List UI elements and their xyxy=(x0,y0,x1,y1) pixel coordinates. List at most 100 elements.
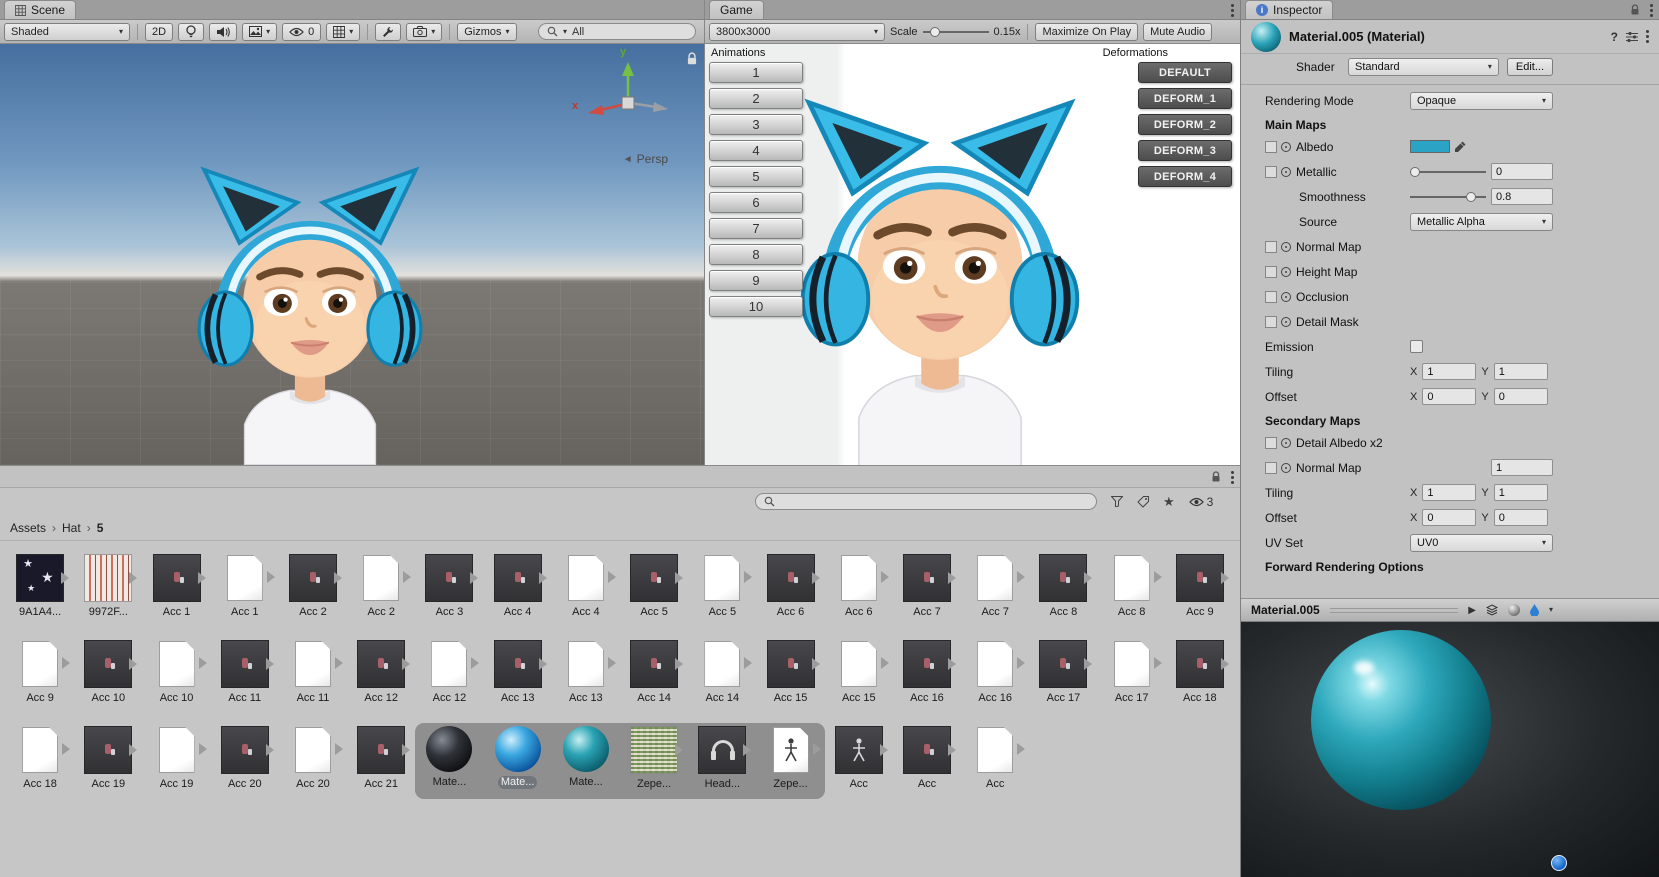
asset-item[interactable]: Acc 8 xyxy=(1029,551,1097,627)
expand-arrow-icon[interactable] xyxy=(1220,658,1229,670)
asset-item[interactable]: Acc 3 xyxy=(415,551,483,627)
save-search-button[interactable]: ★ xyxy=(1163,494,1175,510)
smoothness-value-field[interactable]: 0.8 xyxy=(1491,188,1553,205)
expand-arrow-icon[interactable] xyxy=(402,744,411,756)
animation-button-2[interactable]: 2 xyxy=(709,88,803,109)
tiling-y-field[interactable]: 1 xyxy=(1493,363,1548,380)
texture-slot[interactable] xyxy=(1265,290,1277,303)
lock-icon[interactable] xyxy=(686,52,698,66)
asset-item[interactable]: Acc 2 xyxy=(279,551,347,627)
asset-item[interactable]: Acc 14 xyxy=(620,637,688,713)
asset-item[interactable]: Acc 16 xyxy=(961,637,1029,713)
scene-lighting-button[interactable] xyxy=(178,22,205,41)
lock-icon[interactable] xyxy=(1630,4,1640,16)
expand-arrow-icon[interactable] xyxy=(744,657,753,669)
lighting-drop-icon[interactable] xyxy=(1529,604,1539,616)
asset-item[interactable]: Acc 5 xyxy=(620,551,688,627)
asset-item[interactable]: Acc 17 xyxy=(1098,637,1166,713)
expand-arrow-icon[interactable] xyxy=(129,658,138,670)
layers-icon[interactable] xyxy=(1485,604,1498,616)
play-icon[interactable]: ▶ xyxy=(1468,605,1476,616)
deformation-button-default[interactable]: DEFAULT xyxy=(1138,62,1232,83)
chevron-down-icon[interactable]: ▾ xyxy=(1549,606,1553,614)
object-picker-icon[interactable] xyxy=(1281,266,1291,277)
secondary-offset-x-field[interactable]: 0 xyxy=(1422,509,1477,526)
expand-arrow-icon[interactable] xyxy=(1084,658,1093,670)
rendering-mode-dropdown[interactable]: Opaque ▾ xyxy=(1410,91,1553,110)
tiling-x-field[interactable]: 1 xyxy=(1422,363,1477,380)
asset-item[interactable]: Head... xyxy=(688,723,757,799)
help-icon[interactable]: ? xyxy=(1611,30,1618,44)
expand-arrow-icon[interactable] xyxy=(947,658,956,670)
scene-search-input[interactable]: ▾ All xyxy=(538,23,696,40)
mute-audio-button[interactable]: Mute Audio xyxy=(1143,22,1213,41)
expand-arrow-icon[interactable] xyxy=(1017,571,1026,583)
expand-arrow-icon[interactable] xyxy=(811,658,820,670)
object-picker-icon[interactable] xyxy=(1281,291,1291,302)
secondary-offset-y-field[interactable]: 0 xyxy=(1493,509,1548,526)
breadcrumb-item-5[interactable]: 5 xyxy=(97,521,104,535)
texture-slot[interactable] xyxy=(1265,315,1277,328)
scene-tool-button[interactable] xyxy=(375,22,402,41)
scene-grid-dropdown[interactable]: ▾ xyxy=(326,22,361,41)
scene-visibility-toggle[interactable]: 0 xyxy=(282,22,322,41)
avatar-scene[interactable] xyxy=(184,162,436,465)
breadcrumb-item-hat[interactable]: Hat xyxy=(62,521,81,535)
offset-y-field[interactable]: 0 xyxy=(1493,388,1548,405)
asset-item[interactable]: Acc 16 xyxy=(893,637,961,713)
project-visibility-toggle[interactable]: 3 xyxy=(1188,495,1213,509)
uv-set-dropdown[interactable]: UV0 ▾ xyxy=(1410,533,1553,552)
scale-slider-knob[interactable] xyxy=(930,26,941,37)
maximize-on-play-button[interactable]: Maximize On Play xyxy=(1035,22,1139,41)
asset-item[interactable]: Acc 4 xyxy=(484,551,552,627)
scene-effects-dropdown[interactable]: ▾ xyxy=(242,22,278,41)
metallic-value-field[interactable]: 0 xyxy=(1491,163,1553,180)
asset-item[interactable]: Acc 5 xyxy=(688,551,756,627)
expand-arrow-icon[interactable] xyxy=(879,744,888,756)
expand-arrow-icon[interactable] xyxy=(266,571,275,583)
expand-arrow-icon[interactable] xyxy=(743,744,752,756)
more-options-icon[interactable] xyxy=(1646,35,1649,38)
asset-item[interactable]: Acc 7 xyxy=(893,551,961,627)
expand-arrow-icon[interactable] xyxy=(198,743,207,755)
deformation-button-deform_2[interactable]: DEFORM_2 xyxy=(1138,114,1232,135)
asset-item[interactable]: Acc 4 xyxy=(552,551,620,627)
asset-item[interactable]: Acc 18 xyxy=(1166,637,1234,713)
asset-item[interactable]: Mate... xyxy=(483,723,552,799)
asset-item[interactable]: Acc 15 xyxy=(756,637,824,713)
more-options-icon[interactable] xyxy=(1231,8,1234,12)
expand-arrow-icon[interactable] xyxy=(333,572,342,584)
secondary-tiling-y-field[interactable]: 1 xyxy=(1493,484,1548,501)
asset-item[interactable]: Acc 21 xyxy=(347,723,415,799)
asset-item[interactable]: ★ ★ ★ 9A1A4... xyxy=(6,551,74,627)
object-picker-icon[interactable] xyxy=(1281,241,1291,252)
animation-button-9[interactable]: 9 xyxy=(709,270,803,291)
resolution-dropdown[interactable]: 3800x3000 ▾ xyxy=(709,22,885,41)
expand-arrow-icon[interactable] xyxy=(880,657,889,669)
expand-arrow-icon[interactable] xyxy=(471,657,480,669)
preview-sphere-icon[interactable] xyxy=(1507,604,1520,616)
animation-button-8[interactable]: 8 xyxy=(709,244,803,265)
expand-arrow-icon[interactable] xyxy=(334,743,343,755)
texture-slot[interactable] xyxy=(1265,140,1277,153)
more-options-icon[interactable] xyxy=(1231,475,1234,479)
texture-slot[interactable] xyxy=(1265,240,1277,253)
albedo-color-swatch[interactable] xyxy=(1410,140,1450,153)
notification-dot-icon[interactable] xyxy=(1551,855,1567,871)
drag-handle[interactable] xyxy=(1329,607,1459,613)
asset-item[interactable]: Acc xyxy=(893,723,961,799)
expand-arrow-icon[interactable] xyxy=(1220,572,1229,584)
object-picker-icon[interactable] xyxy=(1281,316,1291,327)
asset-item[interactable]: Acc 12 xyxy=(347,637,415,713)
animation-button-6[interactable]: 6 xyxy=(709,192,803,213)
breadcrumb-item-assets[interactable]: Assets xyxy=(10,521,46,535)
smoothness-slider[interactable] xyxy=(1410,190,1486,204)
source-dropdown[interactable]: Metallic Alpha ▾ xyxy=(1410,212,1553,231)
expand-arrow-icon[interactable] xyxy=(403,571,412,583)
asset-item[interactable]: 9972F... xyxy=(74,551,142,627)
scale-slider[interactable] xyxy=(922,25,989,39)
expand-arrow-icon[interactable] xyxy=(129,572,138,584)
expand-arrow-icon[interactable] xyxy=(947,744,956,756)
asset-item[interactable]: Acc 10 xyxy=(74,637,142,713)
asset-item[interactable]: Acc 2 xyxy=(347,551,415,627)
